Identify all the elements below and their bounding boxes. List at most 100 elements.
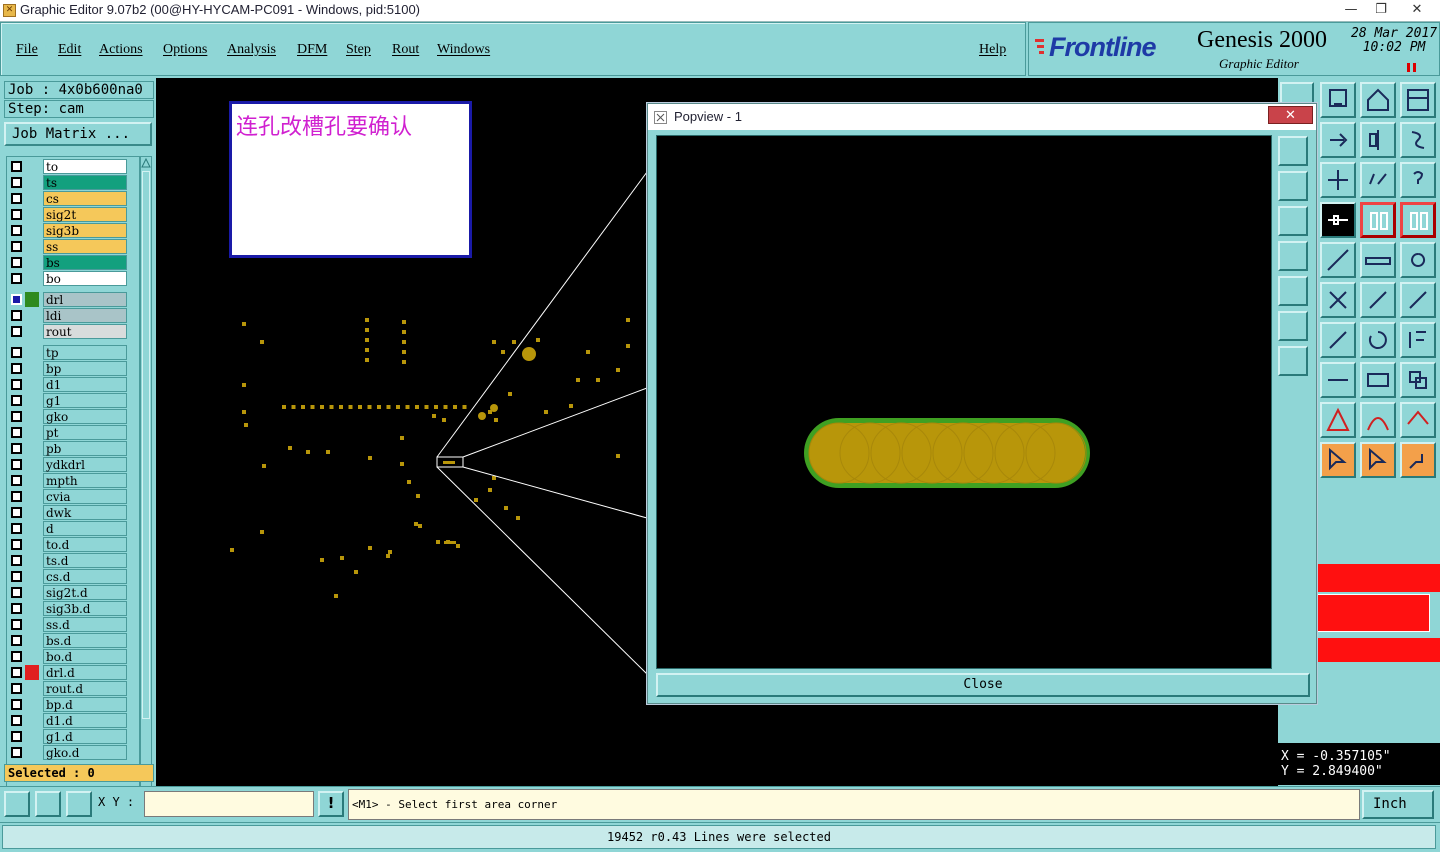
layer-checkbox[interactable] bbox=[11, 363, 22, 374]
layer-name[interactable]: cs bbox=[43, 191, 127, 206]
group-icon[interactable] bbox=[1400, 362, 1436, 398]
layer-name[interactable]: tp bbox=[43, 345, 127, 360]
layer-checkbox[interactable] bbox=[11, 571, 22, 582]
unit-selector[interactable]: Inch bbox=[1362, 790, 1434, 819]
layer-row-d[interactable]: d bbox=[9, 521, 127, 536]
flip-text-icon[interactable] bbox=[1400, 322, 1436, 358]
popview-close-x[interactable]: ✕ bbox=[1268, 106, 1313, 124]
layer-row-sig3b[interactable]: sig3b bbox=[9, 223, 127, 238]
layer-row-rout[interactable]: rout bbox=[9, 324, 127, 339]
layer-checkbox[interactable] bbox=[11, 294, 22, 305]
resize-icon[interactable] bbox=[1360, 362, 1396, 398]
layer-checkbox[interactable] bbox=[11, 443, 22, 454]
popview-pan-button[interactable] bbox=[1278, 346, 1308, 376]
arc-c-icon[interactable] bbox=[1400, 402, 1436, 438]
layer-row-ts-d[interactable]: ts.d bbox=[9, 553, 127, 568]
layer-name[interactable]: d1 bbox=[43, 377, 127, 392]
layer-row-sig2t[interactable]: sig2t bbox=[9, 207, 127, 222]
arc-a-icon[interactable] bbox=[1320, 402, 1356, 438]
layer-row-cs[interactable]: cs bbox=[9, 191, 127, 206]
layer-checkbox[interactable] bbox=[11, 523, 22, 534]
input-icon[interactable] bbox=[1320, 122, 1356, 158]
pointer-icon[interactable] bbox=[1320, 442, 1356, 478]
layer-name[interactable]: rout bbox=[43, 324, 127, 339]
layer-scrollbar[interactable] bbox=[140, 156, 152, 836]
arc-b-icon[interactable] bbox=[1360, 402, 1396, 438]
layer-row-to-d[interactable]: to.d bbox=[9, 537, 127, 552]
flip-icon[interactable] bbox=[1360, 122, 1396, 158]
layer-row-gko[interactable]: gko bbox=[9, 409, 127, 424]
layer-checkbox[interactable] bbox=[11, 193, 22, 204]
layer-row-pb[interactable]: pb bbox=[9, 441, 127, 456]
layer-row-bs-d[interactable]: bs.d bbox=[9, 633, 127, 648]
layer-checkbox[interactable] bbox=[11, 379, 22, 390]
popview-window[interactable]: Popview - 1 ✕ Close bbox=[647, 103, 1317, 704]
layer-name[interactable]: ss bbox=[43, 239, 127, 254]
restore-button[interactable]: ❐ bbox=[1366, 0, 1396, 20]
layer-row-bp-d[interactable]: bp.d bbox=[9, 697, 127, 712]
layer-name[interactable]: ts.d bbox=[43, 553, 127, 568]
layer-checkbox[interactable] bbox=[11, 411, 22, 422]
pointer-circle-icon[interactable] bbox=[1360, 442, 1396, 478]
menu-file[interactable]: File bbox=[16, 42, 38, 58]
scroll-up-icon[interactable] bbox=[141, 157, 151, 169]
popview-up-button[interactable] bbox=[1278, 171, 1308, 201]
save-icon[interactable] bbox=[1320, 82, 1356, 118]
pin-icon[interactable] bbox=[1320, 202, 1356, 238]
layer-row-gko-d[interactable]: gko.d bbox=[9, 745, 127, 760]
layer-checkbox[interactable] bbox=[11, 555, 22, 566]
layer-compare-icon[interactable] bbox=[1360, 202, 1396, 238]
layer-name[interactable]: sig2t.d bbox=[43, 585, 127, 600]
scroll-thumb[interactable] bbox=[142, 171, 150, 719]
home-icon[interactable] bbox=[1360, 82, 1396, 118]
minus-icon[interactable] bbox=[1320, 362, 1356, 398]
popview-zoom-button[interactable] bbox=[1278, 136, 1308, 166]
window-icon[interactable] bbox=[1400, 82, 1436, 118]
line-point-alt-icon[interactable] bbox=[1400, 282, 1436, 318]
layer-row-to[interactable]: to bbox=[9, 159, 127, 174]
xy-input[interactable] bbox=[144, 791, 314, 817]
menu-edit[interactable]: Edit bbox=[58, 42, 81, 58]
layer-checkbox[interactable] bbox=[11, 635, 22, 646]
layer-row-ydkdrl[interactable]: ydkdrl bbox=[9, 457, 127, 472]
menu-options[interactable]: Options bbox=[163, 42, 207, 58]
layer-name[interactable]: bo bbox=[43, 271, 127, 286]
s-curve-icon[interactable] bbox=[1400, 122, 1436, 158]
layer-row-g1-d[interactable]: g1.d bbox=[9, 729, 127, 744]
layer-checkbox[interactable] bbox=[11, 326, 22, 337]
layer-checkbox[interactable] bbox=[11, 539, 22, 550]
layer-name[interactable]: to.d bbox=[43, 537, 127, 552]
layer-name[interactable]: drl.d bbox=[43, 665, 127, 680]
layer-name[interactable]: gko bbox=[43, 409, 127, 424]
popview-titlebar[interactable]: Popview - 1 ✕ bbox=[648, 104, 1316, 130]
layer-name[interactable]: sig3b bbox=[43, 223, 127, 238]
ruler-icon[interactable] bbox=[1360, 242, 1396, 278]
line-point-icon[interactable] bbox=[1360, 282, 1396, 318]
layer-checkbox[interactable] bbox=[11, 619, 22, 630]
layer-checkbox[interactable] bbox=[11, 603, 22, 614]
layer-checkbox[interactable] bbox=[11, 241, 22, 252]
layer-row-tp[interactable]: tp bbox=[9, 345, 127, 360]
layer-name[interactable]: drl bbox=[43, 292, 127, 307]
layer-checkbox[interactable] bbox=[11, 427, 22, 438]
layer-name[interactable]: dwk bbox=[43, 505, 127, 520]
popview-fit-button[interactable] bbox=[1278, 311, 1308, 341]
window-titlebar[interactable]: ✕ Graphic Editor 9.07b2 (00@HY-HYCAM-PC0… bbox=[0, 0, 1440, 22]
layer-name[interactable]: ts bbox=[43, 175, 127, 190]
layer-checkbox[interactable] bbox=[11, 177, 22, 188]
layer-name[interactable]: bs.d bbox=[43, 633, 127, 648]
layer-name[interactable]: bp bbox=[43, 361, 127, 376]
layer-row-bo-d[interactable]: bo.d bbox=[9, 649, 127, 664]
layer-row-d1[interactable]: d1 bbox=[9, 377, 127, 392]
popview-right-button[interactable] bbox=[1278, 276, 1308, 306]
alert-icon[interactable]: ! bbox=[318, 791, 344, 817]
layer-name[interactable]: bs bbox=[43, 255, 127, 270]
layer-checkbox[interactable] bbox=[11, 209, 22, 220]
popview-left-button[interactable] bbox=[1278, 241, 1308, 271]
layer-name[interactable]: pt bbox=[43, 425, 127, 440]
layer-row-sig2t-d[interactable]: sig2t.d bbox=[9, 585, 127, 600]
layer-checkbox[interactable] bbox=[11, 507, 22, 518]
slash-icon[interactable] bbox=[1320, 322, 1356, 358]
rotate-icon[interactable] bbox=[1360, 322, 1396, 358]
popview-canvas[interactable] bbox=[656, 135, 1272, 669]
